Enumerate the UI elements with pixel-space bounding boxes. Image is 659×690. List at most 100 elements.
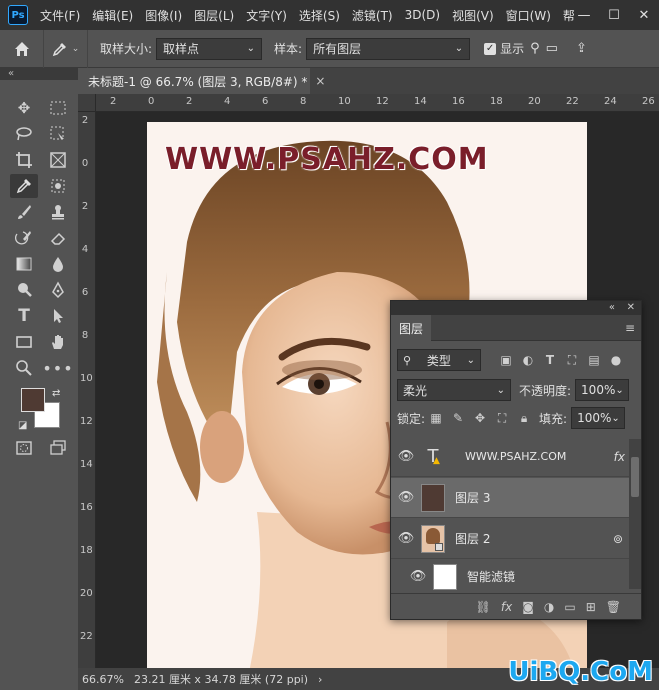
default-colors-icon[interactable]: ◪ <box>18 420 27 431</box>
menu-image[interactable]: 图像(I) <box>139 7 188 24</box>
layer-row-filter[interactable]: 👁︎ 智能滤镜 <box>391 560 629 594</box>
horizontal-ruler[interactable]: 2 0 2 4 6 8 10 12 14 16 18 20 22 24 26 <box>96 94 659 112</box>
link-icon[interactable]: ⛓︎ <box>476 600 491 614</box>
menu-filter[interactable]: 滤镜(T) <box>346 7 399 24</box>
ruler-tick-label: 18 <box>490 96 503 107</box>
pixel-filter-icon[interactable]: ▣ <box>495 353 517 367</box>
gradient-tool-icon[interactable] <box>10 252 38 276</box>
menu-layer[interactable]: 图层(L) <box>188 7 240 24</box>
move-tool-icon[interactable]: ✥ <box>10 96 38 120</box>
screen-mode-icon[interactable] <box>44 436 72 460</box>
lock-position-icon[interactable]: ✥ <box>469 411 491 425</box>
path-select-tool-icon[interactable] <box>44 304 72 328</box>
menu-3d[interactable]: 3D(D) <box>399 8 446 22</box>
menu-window[interactable]: 窗口(W) <box>500 7 557 24</box>
layer-filter-row: ⚲ 类型 ⌄ ▣ ◐ T ⛶ ▤ ● <box>397 349 647 371</box>
rectangle-tool-icon[interactable] <box>10 330 38 354</box>
mask-icon[interactable]: ◙ <box>522 600 534 614</box>
eye-icon[interactable]: 👁︎ <box>391 490 421 505</box>
panel-close-icon[interactable]: ✕ <box>627 301 635 315</box>
share-icon[interactable]: ⇪ <box>576 41 587 56</box>
toolbar-collapse[interactable]: « <box>0 68 78 80</box>
menu-type[interactable]: 文字(Y) <box>240 7 293 24</box>
object-select-tool-icon[interactable] <box>44 122 72 146</box>
blur-tool-icon[interactable] <box>44 252 72 276</box>
minimize-button[interactable]: — <box>569 0 599 30</box>
lock-artboard-icon[interactable]: ⛶ <box>491 411 513 426</box>
close-button[interactable]: ✕ <box>629 0 659 30</box>
blend-row: 柔光 ⌄ 不透明度: 100% ⌄ <box>397 379 647 401</box>
document-info[interactable]: 23.21 厘米 x 34.78 厘米 (72 ppi) <box>134 671 308 687</box>
history-brush-tool-icon[interactable] <box>10 226 38 250</box>
crop-tool-icon[interactable] <box>10 148 38 172</box>
eraser-tool-icon[interactable] <box>44 226 72 250</box>
opacity-input[interactable]: 100% ⌄ <box>575 379 630 401</box>
pen-tool-icon[interactable] <box>44 278 72 302</box>
lock-transparent-icon[interactable]: ▦ <box>425 411 447 425</box>
brush-tool-icon[interactable] <box>10 200 38 224</box>
adjustment-filter-icon[interactable]: ◐ <box>517 353 539 367</box>
healing-brush-tool-icon[interactable] <box>44 174 72 198</box>
layer-row-smart[interactable]: 👁︎ 图层 2 ⊚ <box>391 519 629 559</box>
sample-size-select[interactable]: 取样点 ⌄ <box>156 37 263 60</box>
swap-colors-icon[interactable]: ⇄ <box>52 388 60 399</box>
more-tools-icon[interactable]: ••• <box>42 356 72 380</box>
adjustment-icon[interactable]: ◑ <box>544 600 554 614</box>
blend-mode-select[interactable]: 柔光 ⌄ <box>397 379 511 401</box>
workspace-icon[interactable]: ▭ <box>546 41 558 56</box>
menu-edit[interactable]: 编辑(E) <box>86 7 139 24</box>
shape-filter-icon[interactable]: ⛶ <box>561 353 583 368</box>
eye-icon[interactable]: 👁︎ <box>391 449 421 464</box>
vertical-ruler[interactable]: 2 0 2 4 6 8 10 12 14 16 18 20 22 <box>78 112 96 668</box>
document-tab[interactable]: 未标题-1 @ 66.7% (图层 3, RGB/8#) * × <box>78 68 325 94</box>
zoom-level[interactable]: 66.67% <box>82 673 124 686</box>
fill-input[interactable]: 100% ⌄ <box>571 407 626 429</box>
sample-select[interactable]: 所有图层 ⌄ <box>306 37 471 60</box>
stamp-tool-icon[interactable] <box>44 200 72 224</box>
scrollbar-thumb[interactable] <box>631 457 639 497</box>
photoshop-logo-icon[interactable]: Ps <box>8 5 28 25</box>
ruler-tick-label: 2 <box>110 96 117 107</box>
foreground-color-swatch[interactable] <box>21 388 45 412</box>
layers-scrollbar[interactable] <box>629 439 641 589</box>
eyedropper-tool-icon[interactable] <box>10 174 38 198</box>
fx-icon[interactable]: fx <box>501 600 512 614</box>
lasso-tool-icon[interactable] <box>10 122 38 146</box>
layer-row-color[interactable]: 👁︎ 图层 3 <box>391 478 629 518</box>
status-arrow-icon[interactable]: › <box>318 673 322 686</box>
menu-select[interactable]: 选择(S) <box>293 7 346 24</box>
dodge-tool-icon[interactable] <box>10 278 38 302</box>
smart-filter-icon[interactable]: ⊚ <box>613 532 623 546</box>
group-icon[interactable]: ▭ <box>564 600 575 614</box>
show-ring-checkbox[interactable]: ✓ <box>484 42 497 55</box>
lock-all-icon[interactable]: 🔒︎ <box>513 411 535 426</box>
layer-row-text[interactable]: 👁︎ T ▲ WWW.PSAHZ.COM fx <box>391 437 629 477</box>
menu-view[interactable]: 视图(V) <box>446 7 500 24</box>
trash-icon[interactable]: 🗑︎ <box>606 600 621 614</box>
chevron-down-icon: ⌄ <box>615 384 624 396</box>
layer-filter-select[interactable]: ⚲ 类型 ⌄ <box>397 349 481 371</box>
quick-mask-icon[interactable] <box>10 436 38 460</box>
marquee-tool-icon[interactable] <box>44 96 72 120</box>
tab-layers[interactable]: 图层 <box>391 315 431 341</box>
home-button[interactable] <box>0 29 44 68</box>
eye-icon[interactable]: 👁︎ <box>403 569 433 584</box>
eye-icon[interactable]: 👁︎ <box>391 531 421 546</box>
type-filter-icon[interactable]: T <box>539 353 561 367</box>
filter-toggle-icon[interactable]: ● <box>605 353 627 367</box>
panel-collapse-icon[interactable]: « <box>609 301 615 315</box>
panel-menu-icon[interactable]: ≡ <box>625 321 635 335</box>
new-layer-icon[interactable]: ⊞ <box>586 600 596 614</box>
frame-tool-icon[interactable] <box>44 148 72 172</box>
fx-icon[interactable]: fx <box>614 450 625 464</box>
lock-pixels-icon[interactable]: ✎ <box>447 411 469 425</box>
hand-tool-icon[interactable] <box>44 330 72 354</box>
maximize-button[interactable]: ☐ <box>599 0 629 30</box>
search-icon[interactable]: ⚲ <box>530 41 540 56</box>
smart-object-filter-icon[interactable]: ▤ <box>583 353 605 367</box>
menu-file[interactable]: 文件(F) <box>34 7 86 24</box>
type-tool-icon[interactable]: T <box>10 304 38 328</box>
tool-preset-picker[interactable]: ⌄ <box>44 29 88 68</box>
zoom-tool-icon[interactable] <box>10 356 38 380</box>
close-icon[interactable]: × <box>315 74 325 88</box>
